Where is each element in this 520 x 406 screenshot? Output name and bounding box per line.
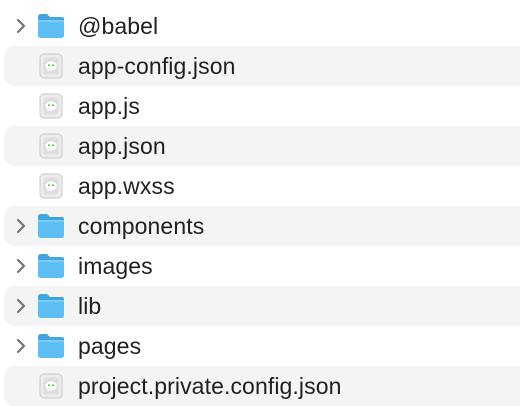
- item-name: app.json: [78, 133, 166, 159]
- folder-icon: [36, 252, 66, 280]
- list-item-app-config-json[interactable]: app-config.json: [4, 46, 520, 86]
- item-name: images: [78, 253, 153, 279]
- chevron-right-icon[interactable]: [13, 337, 29, 355]
- wechat-file-icon: [36, 52, 66, 80]
- folder-icon: [36, 292, 66, 320]
- chevron-right-icon[interactable]: [13, 17, 29, 35]
- item-name: @babel: [78, 13, 159, 39]
- file-list: @babel app-config.json app.js app.json a…: [0, 0, 520, 406]
- item-name: app.wxss: [78, 173, 175, 199]
- list-item-project-private-config-json[interactable]: project.private.config.json: [4, 366, 520, 406]
- list-item-lib[interactable]: lib: [4, 286, 520, 326]
- chevron-right-icon[interactable]: [13, 297, 29, 315]
- chevron-right-icon[interactable]: [13, 257, 29, 275]
- list-item-babel[interactable]: @babel: [4, 6, 520, 46]
- list-item-pages[interactable]: pages: [4, 326, 520, 366]
- folder-icon: [36, 12, 66, 40]
- list-item-app-js[interactable]: app.js: [4, 86, 520, 126]
- item-name: lib: [78, 293, 102, 319]
- chevron-right-icon[interactable]: [13, 217, 29, 235]
- item-name: app.js: [78, 93, 140, 119]
- wechat-file-icon: [36, 372, 66, 400]
- folder-icon: [36, 212, 66, 240]
- wechat-file-icon: [36, 132, 66, 160]
- item-name: app-config.json: [78, 53, 236, 79]
- folder-icon: [36, 332, 66, 360]
- item-name: project.private.config.json: [78, 373, 342, 399]
- wechat-file-icon: [36, 92, 66, 120]
- list-item-images[interactable]: images: [4, 246, 520, 286]
- item-name: components: [78, 213, 205, 239]
- wechat-file-icon: [36, 172, 66, 200]
- list-item-components[interactable]: components: [4, 206, 520, 246]
- list-item-app-json[interactable]: app.json: [4, 126, 520, 166]
- list-item-app-wxss[interactable]: app.wxss: [4, 166, 520, 206]
- item-name: pages: [78, 333, 142, 359]
